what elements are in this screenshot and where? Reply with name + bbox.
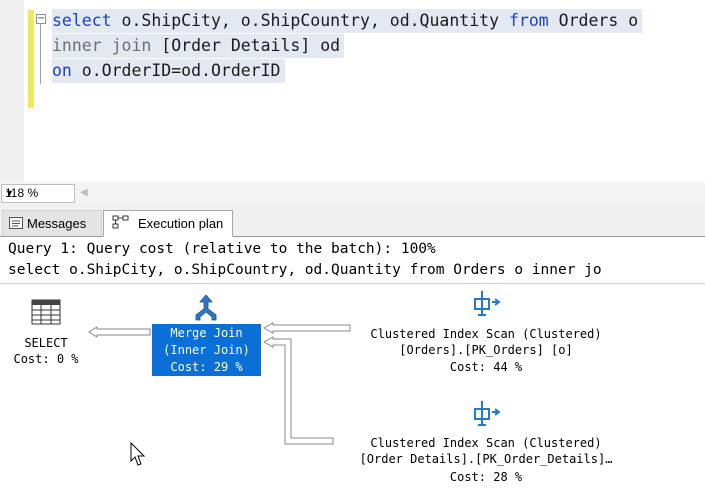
code-line-3[interactable]: on o.OrderID=od.OrderID (52, 59, 285, 83)
sql-keyword: on (52, 61, 72, 80)
sql-keyword: select (52, 11, 112, 30)
change-tracking-bar (28, 10, 34, 108)
zoom-bar: 118 % ▼ ◀ (0, 182, 705, 204)
query-editor[interactable]: − select o.ShipCity, o.ShipCountry, od.Q… (0, 0, 705, 182)
scroll-left-arrow-icon[interactable]: ◀ (80, 185, 88, 201)
merge-join-name: Merge Join (170, 326, 243, 340)
clustered-index-scan-icon[interactable] (472, 399, 502, 429)
select-node-cost: Cost: 0 % (13, 352, 79, 366)
outline-guide-line (40, 14, 41, 84)
scan1-node-cost: Cost: 44 % (449, 360, 523, 374)
dropdown-arrow-icon: ▼ (5, 188, 14, 198)
code-line-1[interactable]: select o.ShipCity, o.ShipCountry, od.Qua… (52, 9, 643, 33)
scan2-node-object: [Order Details].[PK_Order_Details]… (359, 452, 613, 466)
merge-join-cost: Cost: 29 % (170, 360, 243, 374)
sql-text: Orders o (548, 11, 639, 30)
zoom-dropdown[interactable]: 118 % ▼ (1, 184, 75, 203)
select-node-name: SELECT (24, 336, 68, 350)
sql-keyword: from (508, 11, 549, 30)
code-line-2[interactable]: inner join [Order Details] od (52, 34, 345, 58)
messages-icon (9, 217, 23, 229)
merge-join-node-selected[interactable]: Merge Join (Inner Join) Cost: 29 % (152, 324, 261, 376)
merge-join-icon[interactable] (192, 293, 220, 321)
sql-text: [Order Details] od (151, 36, 341, 55)
scan2-node-cost: Cost: 28 % (449, 470, 523, 484)
sql-text: o.OrderID=od.OrderID (71, 61, 281, 80)
editor-margin (0, 0, 24, 182)
merge-join-type: (Inner Join) (163, 343, 250, 357)
select-result-icon[interactable] (31, 299, 61, 325)
scan1-node-object: [Orders].[PK_Orders] [o] (399, 343, 573, 357)
tab-messages-label: Messages (27, 216, 87, 231)
sql-text: o.ShipCity, o.ShipCountry, od.Quantity (111, 11, 509, 30)
tab-messages[interactable]: Messages (2, 210, 102, 236)
mouse-cursor-icon (130, 442, 146, 466)
execution-plan-pane[interactable]: Query 1: Query cost (relative to the bat… (0, 237, 705, 496)
tab-execution-plan-label: Execution plan (138, 216, 224, 231)
scan1-node-name: Clustered Index Scan (Clustered) (370, 327, 602, 341)
collapse-toggle-icon[interactable]: − (36, 14, 46, 24)
results-tab-bar: Messages Execution plan (0, 204, 705, 237)
sql-join-keyword: inner join (52, 36, 152, 55)
execution-plan-icon (112, 215, 129, 229)
tab-execution-plan[interactable]: Execution plan (103, 210, 233, 237)
scan2-node-name: Clustered Index Scan (Clustered) (370, 436, 602, 450)
clustered-index-scan-icon[interactable] (472, 289, 502, 319)
